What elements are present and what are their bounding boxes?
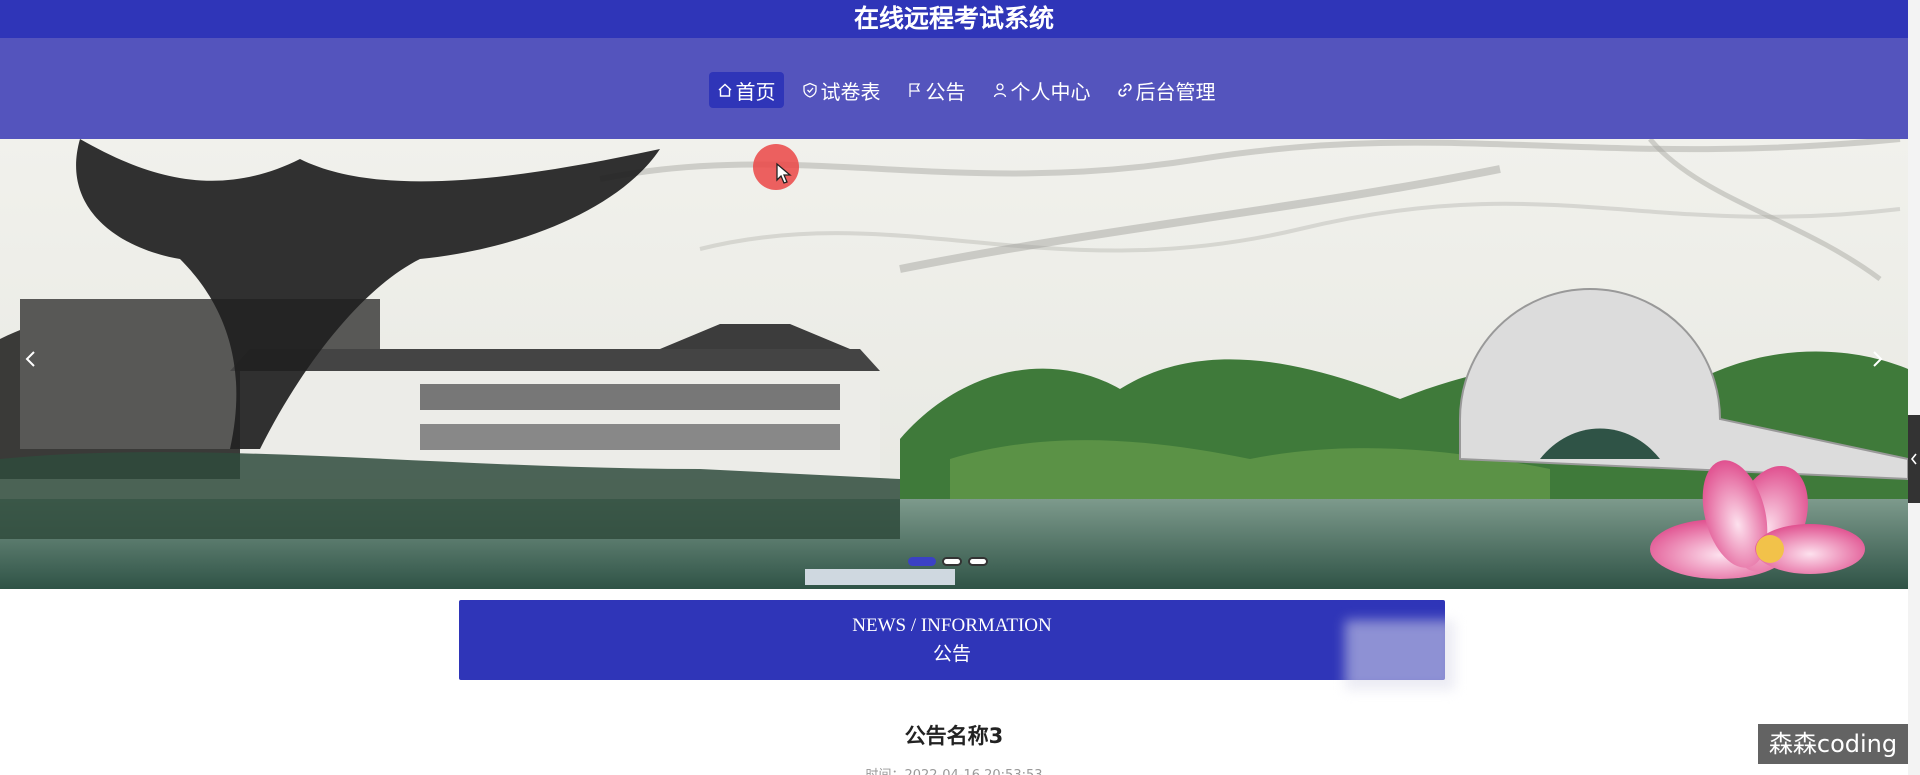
carousel-prev-button[interactable] [16, 344, 46, 374]
carousel-slide-image [0, 139, 1908, 589]
user-icon [993, 83, 1006, 98]
mouse-pointer-icon [776, 162, 792, 184]
nav-item-home[interactable]: 首页 [708, 72, 784, 108]
news-heading-en: NEWS / INFORMATION [852, 615, 1052, 636]
main-nav: 首页 试卷表 公告 个人中心 后台管理 [0, 72, 1908, 108]
nav-bar: 首页 试卷表 公告 个人中心 后台管理 [0, 38, 1908, 139]
nav-item-announcements[interactable]: 公告 [899, 72, 974, 108]
chevron-left-icon [1910, 453, 1917, 465]
carousel [0, 139, 1908, 589]
nav-item-label: 首页 [735, 79, 776, 104]
nav-item-label: 公告 [925, 79, 966, 104]
news-section-header: NEWS / INFORMATION 公告 [459, 600, 1445, 680]
chevron-right-icon [1873, 351, 1883, 367]
home-icon [718, 83, 731, 97]
site-title-bar: 在线远程考试系统 [0, 0, 1908, 38]
notice-title[interactable]: 公告名称3 [0, 720, 1908, 750]
carousel-dot[interactable] [942, 557, 962, 566]
blur-overlay [1345, 620, 1455, 690]
page: 在线远程考试系统 首页 试卷表 公告 个人中心 后台管理 NEWS / INFO… [0, 0, 1920, 775]
nav-item-profile[interactable]: 个人中心 [984, 72, 1099, 108]
scrollbar-track[interactable] [1908, 0, 1920, 775]
news-heading-zh: 公告 [932, 643, 971, 665]
site-title: 在线远程考试系统 [853, 4, 1054, 33]
link-icon [1117, 83, 1132, 97]
shield-icon [802, 82, 817, 98]
flag-icon [908, 83, 920, 97]
chevron-left-icon [25, 351, 35, 367]
nav-item-label: 试卷表 [820, 79, 881, 104]
watermark: 森森coding [1758, 724, 1908, 764]
carousel-indicators [908, 557, 988, 566]
carousel-dot[interactable] [908, 557, 936, 566]
carousel-dot[interactable] [968, 557, 988, 566]
nav-item-label: 后台管理 [1135, 79, 1216, 104]
side-panel-toggle[interactable] [1908, 415, 1920, 503]
notice-time: 时间：2022-04-16 20:53:53 [0, 764, 1908, 775]
carousel-next-button[interactable] [1862, 344, 1892, 374]
nav-item-exam-papers[interactable]: 试卷表 [794, 72, 889, 108]
nav-item-label: 个人中心 [1010, 79, 1091, 104]
nav-item-admin[interactable]: 后台管理 [1109, 72, 1224, 108]
click-indicator [753, 144, 799, 190]
